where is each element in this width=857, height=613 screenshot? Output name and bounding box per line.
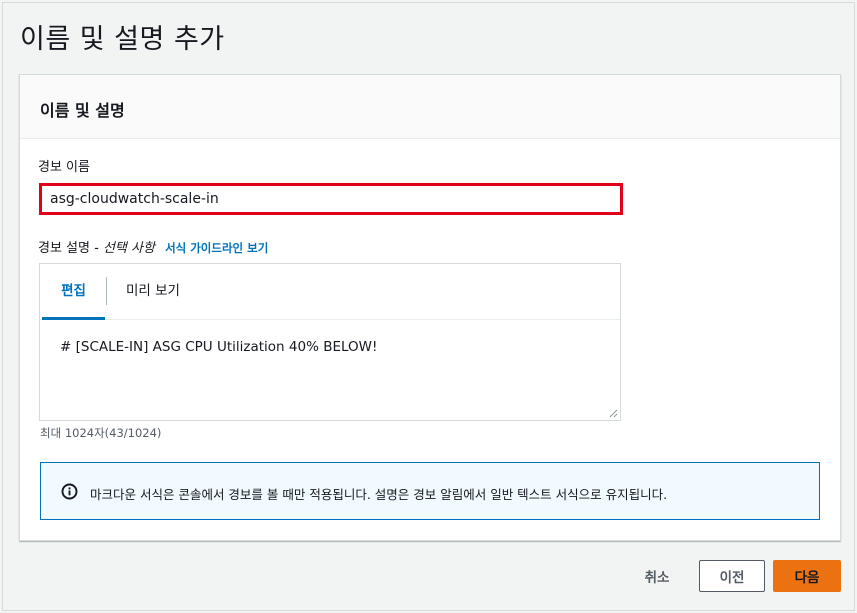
optional-hint: - 선택 사항 xyxy=(94,241,155,256)
editor-tabs: 편집 미리 보기 xyxy=(40,264,620,320)
next-button[interactable]: 다음 xyxy=(773,560,841,592)
panel-header: 이름 및 설명 xyxy=(20,75,840,139)
cancel-button[interactable]: 취소 xyxy=(627,560,687,592)
format-guidelines-link[interactable]: 서식 가이드라인 보기 xyxy=(165,241,268,255)
info-message: 마크다운 서식은 콘솔에서 경보를 볼 때만 적용됩니다. 설명은 경보 알림에… xyxy=(90,487,668,502)
description-editor: 편집 미리 보기 # [SCALE-IN] ASG CPU Utilizatio… xyxy=(39,263,621,421)
page-frame: 이름 및 설명 추가 이름 및 설명 경보 이름 경보 설명 - 선택 사항 서… xyxy=(2,2,855,611)
page-title: 이름 및 설명 추가 xyxy=(20,24,225,55)
alarm-description-textarea[interactable]: # [SCALE-IN] ASG CPU Utilization 40% BEL… xyxy=(40,320,620,420)
section-title: 이름 및 설명 xyxy=(40,101,125,120)
tab-preview[interactable]: 미리 보기 xyxy=(112,264,194,319)
tab-edit[interactable]: 편집 xyxy=(42,264,105,320)
alarm-description-label-row: 경보 설명 - 선택 사항 서식 가이드라인 보기 xyxy=(38,237,268,256)
tab-divider xyxy=(106,277,107,305)
resize-handle-icon[interactable] xyxy=(609,409,618,418)
alarm-description-label: 경보 설명 xyxy=(38,241,90,256)
info-icon xyxy=(61,483,78,500)
alarm-name-field-wrapper xyxy=(39,183,623,215)
info-alert: 마크다운 서식은 콘솔에서 경보를 볼 때만 적용됩니다. 설명은 경보 알림에… xyxy=(40,462,820,520)
alarm-name-input[interactable] xyxy=(42,186,620,212)
character-counter: 최대 1024자(43/1024) xyxy=(40,426,162,440)
alarm-name-label: 경보 이름 xyxy=(38,160,90,175)
previous-button[interactable]: 이전 xyxy=(699,560,765,592)
